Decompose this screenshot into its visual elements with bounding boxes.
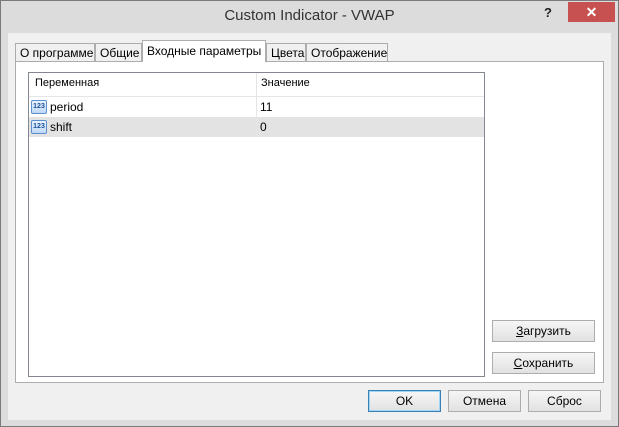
reset-button[interactable]: Сброс	[528, 390, 601, 412]
close-button[interactable]: ✕	[568, 2, 615, 22]
window-title: Custom Indicator - VWAP	[224, 7, 395, 24]
title-bar[interactable]: Custom Indicator - VWAP ? ✕	[1, 1, 618, 33]
integer-type-icon: 123	[31, 119, 47, 134]
table-row[interactable]: 123 shift 0	[29, 117, 484, 137]
column-header-value[interactable]: Значение	[261, 77, 310, 89]
integer-type-icon: 123	[31, 99, 47, 114]
cell-variable-name[interactable]: 123 shift	[31, 117, 72, 137]
table-row[interactable]: 123 period 11	[29, 97, 484, 117]
column-header-variable[interactable]: Переменная	[35, 77, 99, 89]
variable-name: shift	[50, 120, 73, 134]
save-button[interactable]: Сохранить	[492, 352, 595, 374]
dialog-client-area: О программе Общие Входные параметры Цвет…	[8, 33, 611, 420]
help-button[interactable]: ?	[535, 3, 561, 23]
load-button-label: агрузить	[523, 324, 571, 338]
save-button-label: охранить	[522, 356, 574, 370]
tab-about[interactable]: О программе	[15, 43, 95, 61]
tab-colors[interactable]: Цвета	[266, 43, 306, 61]
cell-divider	[256, 117, 257, 137]
cell-value[interactable]: 11	[260, 97, 272, 117]
input-parameters-panel: Переменная Значение 123 period 11 123 shif…	[15, 61, 604, 383]
dialog-window: Custom Indicator - VWAP ? ✕ О программе …	[0, 0, 619, 427]
tab-display[interactable]: Отображение	[306, 43, 388, 61]
load-button[interactable]: Загрузить	[492, 320, 595, 342]
cell-value[interactable]: 0	[260, 117, 267, 137]
grid-header: Переменная Значение	[29, 73, 484, 97]
cancel-button[interactable]: Отмена	[448, 390, 521, 412]
tab-general[interactable]: Общие	[95, 43, 142, 61]
cell-divider	[256, 97, 257, 117]
cell-variable-name[interactable]: 123 period	[31, 97, 83, 117]
ok-button[interactable]: OK	[368, 390, 441, 412]
variable-name: period	[50, 100, 84, 114]
close-icon: ✕	[585, 4, 598, 20]
tab-input-parameters[interactable]: Входные параметры	[142, 40, 266, 62]
parameters-grid[interactable]: Переменная Значение 123 period 11 123 shif…	[28, 72, 485, 377]
column-divider[interactable]	[256, 73, 257, 96]
